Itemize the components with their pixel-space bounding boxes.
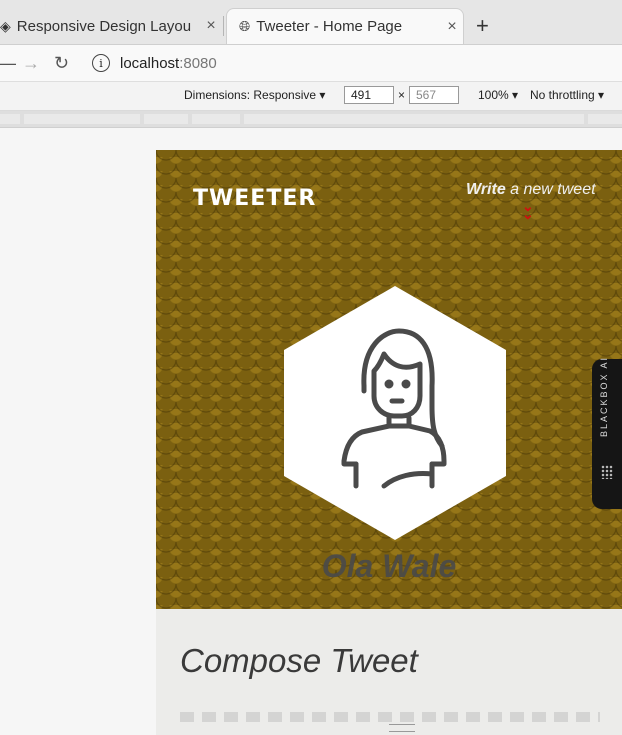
forward-arrow-icon[interactable]: → (22, 51, 40, 75)
blackbox-ai-sidebar-tab[interactable]: BLACKBOX AI (592, 355, 622, 509)
dimensions-label: Dimensions: Responsive (184, 88, 317, 102)
blackbox-logo-icon (601, 465, 613, 479)
app-logo[interactable]: TWEETER (193, 186, 316, 211)
tab-responsive-design[interactable]: ◈ Responsive Design Layou × (0, 8, 222, 44)
address-bar: — → ↻ i localhost:8080 (0, 45, 622, 82)
height-input[interactable]: 567 (409, 86, 459, 104)
new-tab-button[interactable]: + (476, 12, 489, 40)
width-input[interactable]: 491 (344, 86, 394, 104)
url-port: :8080 (179, 54, 217, 72)
write-rest: a new tweet (505, 181, 596, 198)
write-bold: Write (466, 181, 506, 198)
url-field[interactable]: i localhost:8080 (92, 49, 217, 77)
dimensions-dropdown[interactable]: Dimensions: Responsive ▾ (184, 88, 325, 102)
reload-icon[interactable]: ↻ (54, 51, 69, 75)
device-toolbar: Dimensions: Responsive ▾ 491 × 567 100% … (0, 82, 622, 111)
times-sign: × (398, 88, 406, 102)
globe-icon: 🌐︎ (239, 18, 251, 34)
write-tweet-link[interactable]: Write a new tweet (466, 181, 596, 199)
double-chevron-down-icon[interactable]: ⌄ ⌄ (522, 199, 534, 221)
tab-title: Tweeter - Home Page (256, 18, 403, 35)
tab-divider (223, 16, 224, 36)
browser-tab-strip: ◈ Responsive Design Layou × 🌐︎ Tweeter -… (0, 0, 622, 45)
codepen-icon: ◈ (0, 17, 11, 34)
throttling-label: No throttling (530, 88, 595, 102)
url-host: localhost (120, 54, 180, 72)
close-icon[interactable]: × (200, 17, 222, 35)
throttling-dropdown[interactable]: No throttling ▾ (530, 88, 604, 102)
tab-title: Responsive Design Layou (16, 17, 192, 35)
resize-handle[interactable] (389, 724, 415, 732)
blackbox-label: BLACKBOX AI (599, 355, 609, 437)
compose-tweet-heading: Compose Tweet (180, 642, 418, 679)
close-icon[interactable]: × (441, 18, 463, 36)
tab-tweeter-home[interactable]: 🌐︎ Tweeter - Home Page × (226, 8, 464, 44)
media-query-ruler[interactable] (0, 111, 622, 128)
hexagon-shape (284, 286, 506, 540)
profile-header: TWEETER Write a new tweet ⌄ ⌄ Ola Wale (156, 150, 622, 609)
info-icon[interactable]: i (92, 54, 110, 72)
zoom-label: 100% (478, 88, 509, 102)
back-arrow-icon[interactable]: — (0, 51, 16, 75)
tweeter-page: TWEETER Write a new tweet ⌄ ⌄ Ola Wale C… (156, 150, 622, 735)
profile-username: Ola Wale (321, 548, 457, 584)
zoom-dropdown[interactable]: 100% ▾ (478, 88, 518, 102)
compose-subtitle-cutoff (180, 712, 600, 722)
avatar-hexagon (284, 286, 506, 540)
